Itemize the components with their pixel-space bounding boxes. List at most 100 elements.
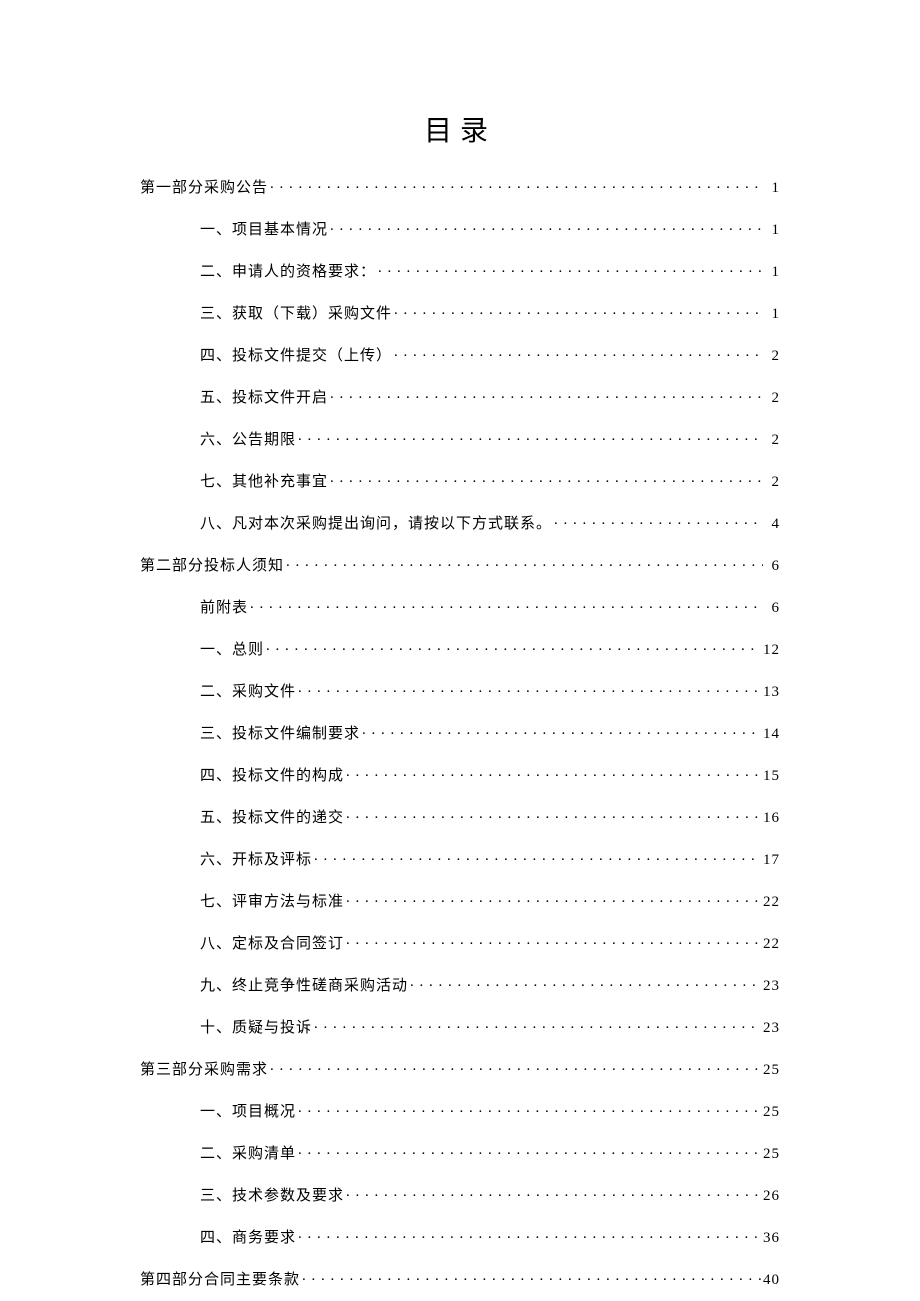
toc-entry-label: 一、总则 <box>200 643 264 658</box>
toc-dot-leader <box>286 555 763 570</box>
toc-dot-leader <box>270 177 763 192</box>
toc-entry: 五、投标文件开启 2 <box>140 387 780 406</box>
toc-entry-page: 15 <box>763 769 780 784</box>
toc-dot-leader <box>298 1143 761 1158</box>
toc-dot-leader <box>394 345 763 360</box>
toc-entry: 第一部分采购公告1 <box>140 177 780 196</box>
toc-dot-leader <box>298 1101 761 1116</box>
toc-entry: 十、质疑与投诉23 <box>140 1017 780 1036</box>
toc-entry-label: 一、项目基本情况 <box>200 223 328 238</box>
toc-entry-page: 1 <box>765 307 780 322</box>
toc-entry: 二、申请人的资格要求： 1 <box>140 261 780 280</box>
toc-entry-label: 六、开标及评标 <box>200 853 312 868</box>
toc-entry: 六、开标及评标 17 <box>140 849 780 868</box>
toc-entry: 七、评审方法与标准22 <box>140 891 780 910</box>
toc-entry-page: 16 <box>763 811 780 826</box>
toc-dot-leader <box>346 807 761 822</box>
toc-entry-page: 26 <box>763 1189 780 1204</box>
toc-entry: 一、总则 12 <box>140 639 780 658</box>
toc-entry-label: 十、质疑与投诉 <box>200 1021 312 1036</box>
toc-entry-page: 25 <box>763 1063 780 1078</box>
toc-entry: 第三部分采购需求 25 <box>140 1059 780 1078</box>
toc-dot-leader <box>314 849 761 864</box>
toc-dot-leader <box>410 975 761 990</box>
toc-entry-label: 七、其他补充事宜 <box>200 475 328 490</box>
toc-entry-page: 25 <box>763 1147 780 1162</box>
toc-entry-page: 1 <box>765 223 780 238</box>
toc-entry-label: 八、凡对本次采购提出询问，请按以下方式联系。 <box>200 517 552 532</box>
toc-entry-label: 第四部分合同主要条款 <box>140 1273 300 1288</box>
toc-entry-label: 五、投标文件开启 <box>200 391 328 406</box>
toc-dot-leader <box>266 639 761 654</box>
toc-entry: 三、技术参数及要求 26 <box>140 1185 780 1204</box>
toc-dot-leader <box>314 1017 761 1032</box>
toc-entry-label: 八、定标及合同签订 <box>200 937 344 952</box>
toc-entry-page: 4 <box>765 517 780 532</box>
toc-entry: 四、商务要求 36 <box>140 1227 780 1246</box>
toc-entry-page: 13 <box>763 685 780 700</box>
toc-entry: 三、投标文件编制要求14 <box>140 723 780 742</box>
toc-entry-label: 二、申请人的资格要求： <box>200 265 376 280</box>
table-of-contents: 第一部分采购公告1一、项目基本情况1二、申请人的资格要求：1三、获取（下载）采购… <box>140 177 780 1288</box>
toc-entry-label: 第三部分采购需求 <box>140 1063 268 1078</box>
toc-entry-page: 23 <box>763 979 780 994</box>
toc-dot-leader <box>330 387 763 402</box>
toc-dot-leader <box>330 219 763 234</box>
toc-dot-leader <box>346 933 761 948</box>
toc-entry-label: 一、项目概况 <box>200 1105 296 1120</box>
toc-entry-page: 6 <box>765 601 780 616</box>
toc-entry-label: 七、评审方法与标准 <box>200 895 344 910</box>
toc-entry-label: 三、获取（下载）采购文件 <box>200 307 392 322</box>
toc-entry-label: 二、采购清单 <box>200 1147 296 1162</box>
toc-entry-page: 40 <box>763 1273 780 1288</box>
toc-entry-page: 17 <box>763 853 780 868</box>
toc-entry-label: 三、技术参数及要求 <box>200 1189 344 1204</box>
toc-entry: 一、项目基本情况 1 <box>140 219 780 238</box>
toc-entry-label: 前附表 <box>200 601 248 616</box>
toc-entry-page: 6 <box>765 559 780 574</box>
toc-entry-label: 四、商务要求 <box>200 1231 296 1246</box>
toc-dot-leader <box>250 597 763 612</box>
toc-entry-label: 九、终止竞争性磋商采购活动 <box>200 979 408 994</box>
toc-entry-page: 2 <box>765 475 780 490</box>
toc-dot-leader <box>378 261 763 276</box>
toc-entry: 八、凡对本次采购提出询问，请按以下方式联系。 4 <box>140 513 780 532</box>
toc-dot-leader <box>554 513 763 528</box>
toc-dot-leader <box>362 723 761 738</box>
toc-entry-label: 六、公告期限 <box>200 433 296 448</box>
toc-entry: 九、终止竞争性磋商采购活动 23 <box>140 975 780 994</box>
toc-entry: 前附表 6 <box>140 597 780 616</box>
toc-entry-label: 四、投标文件提交（上传） <box>200 349 392 364</box>
toc-entry: 七、其他补充事宜 2 <box>140 471 780 490</box>
page-title: 目录 <box>140 109 780 149</box>
toc-dot-leader <box>346 891 761 906</box>
toc-dot-leader <box>298 1227 761 1242</box>
toc-dot-leader <box>330 471 763 486</box>
toc-entry-label: 五、投标文件的递交 <box>200 811 344 826</box>
toc-entry: 第二部分投标人须知 6 <box>140 555 780 574</box>
toc-entry-page: 25 <box>763 1105 780 1120</box>
toc-entry-label: 第一部分采购公告 <box>140 181 268 196</box>
toc-entry-page: 2 <box>765 349 780 364</box>
toc-entry-page: 12 <box>763 643 780 658</box>
toc-dot-leader <box>346 765 761 780</box>
toc-entry-page: 2 <box>765 391 780 406</box>
toc-entry: 二、采购清单 25 <box>140 1143 780 1162</box>
toc-dot-leader <box>302 1269 761 1284</box>
toc-dot-leader <box>346 1185 761 1200</box>
toc-entry-page: 36 <box>763 1231 780 1246</box>
toc-entry: 一、项目概况 25 <box>140 1101 780 1120</box>
toc-entry-page: 14 <box>763 727 780 742</box>
toc-dot-leader <box>298 681 761 696</box>
document-page: 目录 第一部分采购公告1一、项目基本情况1二、申请人的资格要求：1三、获取（下载… <box>0 0 920 1301</box>
toc-entry-page: 1 <box>765 265 780 280</box>
toc-dot-leader <box>394 303 763 318</box>
toc-entry: 四、投标文件的构成15 <box>140 765 780 784</box>
toc-entry-label: 第二部分投标人须知 <box>140 559 284 574</box>
toc-entry: 第四部分合同主要条款 40 <box>140 1269 780 1288</box>
toc-entry: 二、采购文件 13 <box>140 681 780 700</box>
toc-entry: 八、定标及合同签订22 <box>140 933 780 952</box>
toc-entry: 三、获取（下载）采购文件 1 <box>140 303 780 322</box>
toc-entry-label: 二、采购文件 <box>200 685 296 700</box>
toc-dot-leader <box>298 429 763 444</box>
